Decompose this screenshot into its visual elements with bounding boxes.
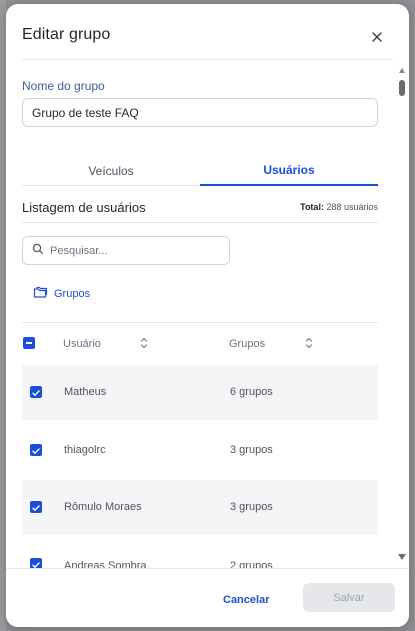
search-icon [32, 242, 44, 260]
row-groups: 6 grupos [230, 386, 273, 398]
table-row[interactable]: Rômulo Moraes 3 grupos [22, 480, 378, 535]
table-row[interactable]: thiagolrc 3 grupos [22, 423, 378, 478]
listing-divider [22, 222, 378, 223]
row-checkbox[interactable] [30, 444, 42, 456]
column-header-user: Usuário [63, 338, 101, 350]
save-button-label: Salvar [333, 591, 365, 604]
search-placeholder: Pesquisar... [50, 244, 108, 257]
tabs: Veículos Usuários [22, 156, 378, 186]
row-groups: 3 grupos [230, 444, 273, 456]
total-label: Total: [300, 202, 324, 212]
select-all-checkbox[interactable] [23, 337, 35, 349]
row-user: thiagolrc [64, 444, 106, 456]
total-count: Total: 288 usuários [266, 202, 378, 212]
scroll-thumb[interactable] [399, 80, 405, 96]
cancel-button[interactable]: Cancelar [223, 594, 269, 606]
scroll-up-arrow-icon[interactable] [399, 68, 405, 73]
modal-footer: Cancelar Salvar [6, 569, 409, 627]
save-button[interactable]: Salvar [303, 583, 395, 612]
scrollbar[interactable] [398, 66, 407, 566]
sort-groups-icon[interactable] [305, 336, 313, 350]
row-user: Matheus [64, 386, 107, 398]
table-row[interactable]: Matheus 6 grupos [22, 365, 378, 420]
group-name-input[interactable]: Grupo de teste FAQ [22, 98, 378, 127]
listing-title: Listagem de usuários [22, 200, 146, 215]
header-divider [22, 59, 393, 60]
group-name-label: Nome do grupo [22, 79, 105, 93]
close-icon[interactable] [366, 26, 388, 48]
sort-user-icon[interactable] [140, 336, 148, 350]
scroll-down-arrow-icon[interactable] [398, 554, 406, 560]
row-checkbox[interactable] [30, 386, 42, 398]
tab-veiculos[interactable]: Veículos [22, 156, 200, 186]
modal-header: Editar grupo [6, 4, 409, 60]
tab-usuarios[interactable]: Usuários [200, 156, 378, 186]
column-header-groups: Grupos [229, 338, 266, 350]
table-header: Usuário Grupos [22, 323, 378, 365]
groups-button-label: Grupos [54, 288, 91, 300]
search-input[interactable]: Pesquisar... [22, 236, 230, 265]
total-value: 288 usuários [326, 202, 378, 212]
row-user: Rômulo Moraes [64, 501, 142, 513]
row-groups: 3 grupos [230, 501, 273, 513]
edit-group-modal: Editar grupo Nome do grupo Grupo de test… [6, 4, 409, 627]
modal-title: Editar grupo [22, 26, 111, 43]
row-checkbox[interactable] [30, 501, 42, 513]
folder-icon [33, 286, 48, 302]
groups-button[interactable]: Grupos [33, 285, 90, 303]
tab-usuarios-label: Usuários [263, 163, 315, 177]
tab-veiculos-label: Veículos [88, 163, 134, 178]
group-name-value: Grupo de teste FAQ [32, 105, 139, 120]
